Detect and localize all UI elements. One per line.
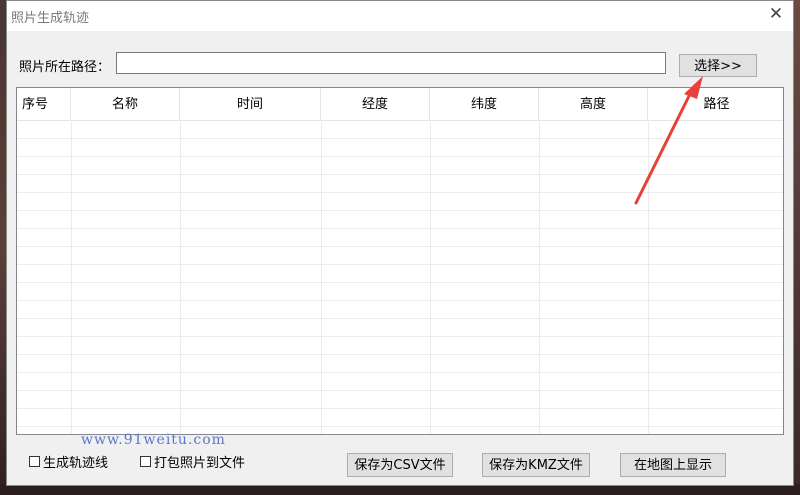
annotation-arrow-icon [634,76,703,205]
